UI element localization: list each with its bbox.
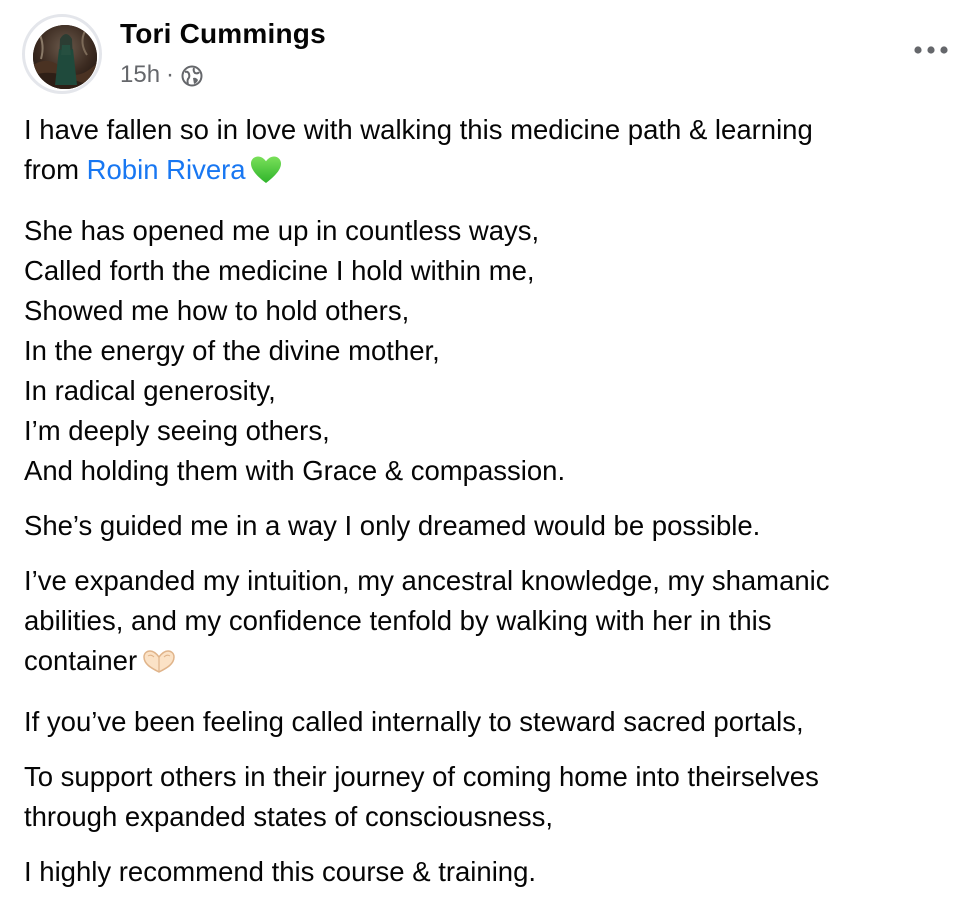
- text-line: In radical generosity,: [24, 375, 276, 406]
- more-options-icon: [914, 46, 948, 54]
- post-paragraph-7: I highly recommend this course & trainin…: [24, 852, 944, 892]
- text-fragment: container: [24, 645, 138, 676]
- post-paragraph-2: She has opened me up in countless ways, …: [24, 211, 944, 491]
- text-line: I have fallen so in love with walking th…: [24, 114, 813, 145]
- more-options-button[interactable]: [910, 36, 952, 64]
- text-line: Called forth the medicine I hold within …: [24, 255, 535, 286]
- profile-photo[interactable]: [33, 25, 97, 89]
- post-paragraph-5: If you’ve been feeling called internally…: [24, 702, 944, 742]
- post-meta: 15h ·: [120, 60, 204, 90]
- text-line: through expanded states of consciousness…: [24, 801, 553, 832]
- text-line: I highly recommend this course & trainin…: [24, 856, 537, 887]
- post-body: I have fallen so in love with walking th…: [24, 110, 944, 907]
- text-line: To support others in their journey of co…: [24, 761, 819, 792]
- text-fragment: from: [24, 154, 87, 185]
- post-header: Tori Cummings 15h ·: [22, 14, 952, 94]
- globe-icon[interactable]: [180, 64, 204, 88]
- text-line: And holding them with Grace & compassion…: [24, 455, 566, 486]
- text-line: She has opened me up in countless ways,: [24, 215, 540, 246]
- profile-photo-image: [33, 25, 97, 89]
- facebook-post: Tori Cummings 15h · I have fallen so in …: [0, 0, 968, 906]
- meta-separator: ·: [166, 61, 175, 88]
- green-heart-icon: [250, 155, 282, 196]
- text-line: Showed me how to hold others,: [24, 295, 410, 326]
- post-paragraph-4: I’ve expanded my intuition, my ancestral…: [24, 561, 944, 687]
- avatar[interactable]: [22, 14, 102, 94]
- post-paragraph-1: I have fallen so in love with walking th…: [24, 110, 944, 196]
- heart-hands-icon: [141, 647, 177, 687]
- post-paragraph-6: To support others in their journey of co…: [24, 757, 944, 837]
- text-line: container: [24, 641, 944, 687]
- author-name[interactable]: Tori Cummings: [120, 18, 326, 50]
- text-line: She’s guided me in a way I only dreamed …: [24, 510, 761, 541]
- text-line: abilities, and my confidence tenfold by …: [24, 605, 772, 636]
- text-line: I’ve expanded my intuition, my ancestral…: [24, 565, 830, 596]
- text-line: If you’ve been feeling called internally…: [24, 706, 804, 737]
- post-paragraph-3: She’s guided me in a way I only dreamed …: [24, 506, 944, 546]
- text-line: I’m deeply seeing others,: [24, 415, 330, 446]
- text-line: In the energy of the divine mother,: [24, 335, 440, 366]
- post-timestamp[interactable]: 15h: [120, 61, 160, 89]
- text-line: from Robin Rivera: [24, 150, 944, 196]
- mention-link[interactable]: Robin Rivera: [87, 154, 246, 185]
